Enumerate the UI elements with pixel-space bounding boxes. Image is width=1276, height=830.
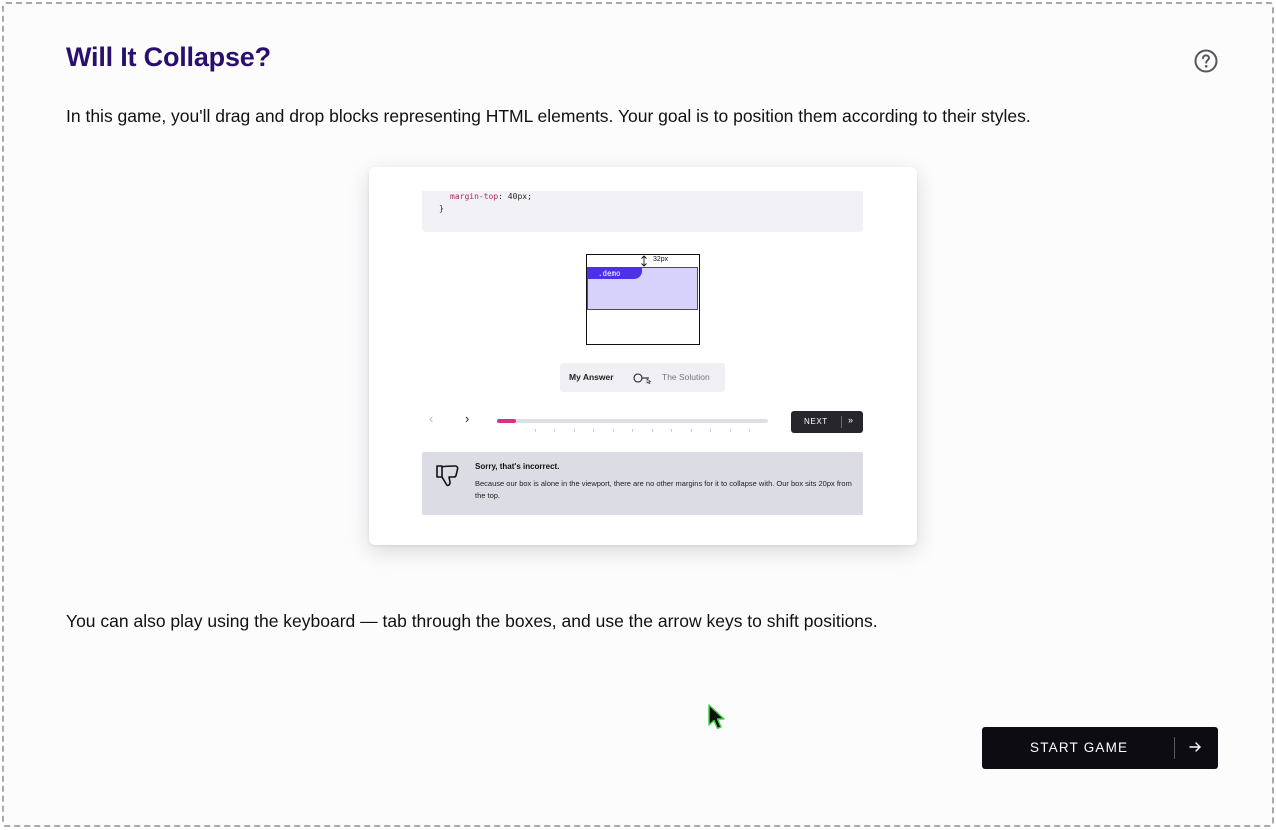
demo-animation: margin-top: 40px; } 32px .demo My Answer… bbox=[369, 167, 917, 545]
progress-tick bbox=[691, 429, 692, 432]
demo-block[interactable]: .demo bbox=[587, 267, 698, 310]
code-snippet: margin-top: 40px; } bbox=[422, 191, 863, 232]
next-divider bbox=[841, 416, 842, 428]
feedback-title: Sorry, that's incorrect. bbox=[475, 462, 560, 471]
next-button[interactable]: NEXT » bbox=[791, 411, 863, 433]
answer-solution-toggle: My Answer The Solution bbox=[560, 363, 725, 392]
code-close-brace: } bbox=[439, 204, 444, 213]
demo-block-label: .demo bbox=[588, 268, 642, 279]
feedback-body: Because our box is alone in the viewport… bbox=[475, 479, 852, 500]
progress-fill bbox=[497, 419, 516, 423]
game-container: Will It Collapse? In this game, you'll d… bbox=[2, 2, 1274, 827]
viewport-preview: 32px .demo bbox=[586, 254, 700, 345]
toggle-switch-icon[interactable] bbox=[633, 372, 653, 384]
keyboard-instructions: You can also play using the keyboard — t… bbox=[66, 611, 878, 631]
prev-chevron-icon[interactable]: ‹ bbox=[429, 411, 443, 426]
toggle-my-answer[interactable]: My Answer bbox=[569, 372, 614, 382]
start-game-label: START GAME bbox=[1030, 740, 1129, 755]
code-property: margin-top bbox=[450, 192, 499, 201]
margin-label: 32px bbox=[653, 256, 669, 263]
progress-tick bbox=[749, 429, 750, 432]
margin-arrow-icon bbox=[641, 255, 647, 267]
progress-tick bbox=[730, 429, 731, 432]
question-navigation: ‹ › NEXT » bbox=[429, 411, 865, 433]
progress-tick bbox=[632, 429, 633, 432]
next-label: NEXT bbox=[804, 417, 828, 426]
intro-text: In this game, you'll drag and drop block… bbox=[66, 106, 1031, 126]
page-title: Will It Collapse? bbox=[66, 42, 271, 72]
progress-bar bbox=[497, 419, 768, 432]
start-button-divider bbox=[1174, 737, 1175, 759]
progress-tick bbox=[652, 429, 653, 432]
toggle-solution[interactable]: The Solution bbox=[662, 372, 710, 382]
progress-tick bbox=[613, 429, 614, 432]
feedback-panel: Sorry, that's incorrect. Because our box… bbox=[422, 452, 863, 515]
arrow-right-icon bbox=[1189, 742, 1201, 752]
code-value: : 40px; bbox=[498, 192, 532, 201]
start-game-button[interactable]: START GAME bbox=[982, 727, 1218, 769]
progress-tick bbox=[574, 429, 575, 432]
progress-tick bbox=[593, 429, 594, 432]
progress-tick bbox=[710, 429, 711, 432]
double-chevron-icon: » bbox=[848, 415, 854, 425]
mouse-pointer-icon bbox=[708, 704, 725, 730]
next-chevron-icon[interactable]: › bbox=[465, 411, 479, 426]
progress-tick bbox=[554, 429, 555, 432]
progress-tick bbox=[671, 429, 672, 432]
question-circle-icon[interactable] bbox=[1193, 48, 1219, 74]
progress-tick bbox=[535, 429, 536, 432]
thumbs-down-icon bbox=[436, 465, 459, 487]
